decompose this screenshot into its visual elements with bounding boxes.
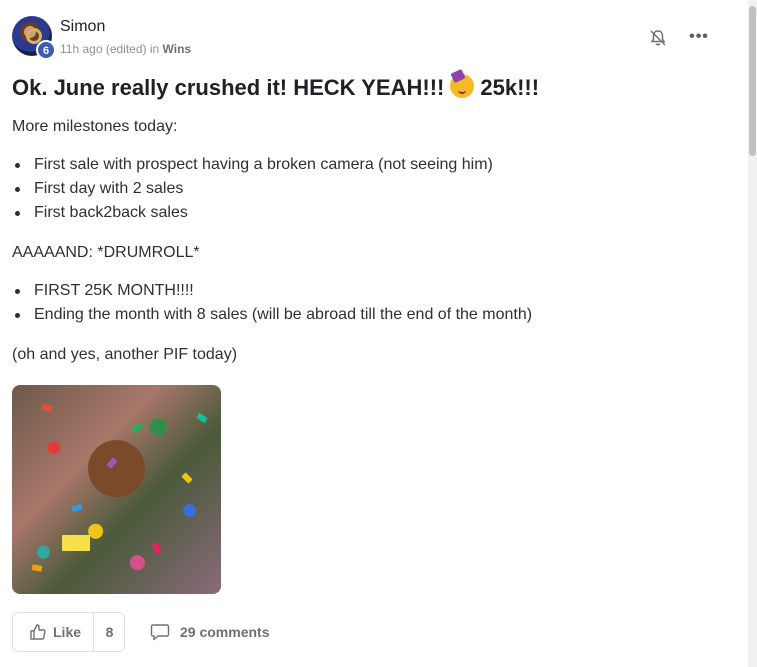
post-meta: 11h ago (edited) in Wins bbox=[60, 42, 191, 56]
post-actions: Like 8 29 comments bbox=[12, 612, 737, 652]
post-announce: AAAAAND: *DRUMROLL* bbox=[12, 244, 200, 261]
list-item: First back2back sales bbox=[12, 201, 737, 225]
milestone-list: First sale with prospect having a broken… bbox=[12, 153, 737, 225]
confetti-piece bbox=[31, 564, 43, 572]
confetti-piece bbox=[41, 403, 53, 413]
author-name[interactable]: Simon bbox=[60, 18, 105, 36]
scrollbar[interactable] bbox=[748, 0, 757, 667]
confetti-piece bbox=[62, 535, 90, 551]
level-badge: 6 bbox=[36, 40, 56, 60]
like-count[interactable]: 8 bbox=[93, 613, 125, 651]
post-body: More milestones today: First sale with p… bbox=[12, 115, 737, 367]
confetti-piece bbox=[131, 422, 143, 434]
confetti-piece bbox=[106, 457, 118, 469]
highlight-list: FIRST 25K MONTH!!!! Ending the month wit… bbox=[12, 279, 737, 327]
list-item: First day with 2 sales bbox=[12, 177, 737, 201]
post-title-text: Ok. June really crushed it! HECK YEAH!!! bbox=[12, 75, 445, 100]
confetti-piece bbox=[196, 412, 208, 424]
confetti-piece bbox=[71, 503, 83, 513]
comments-label: 29 comments bbox=[180, 624, 270, 640]
partying-face-icon bbox=[450, 74, 475, 98]
confetti-piece bbox=[181, 472, 193, 484]
like-button[interactable]: Like bbox=[13, 613, 93, 651]
scrollbar-thumb[interactable] bbox=[749, 6, 756, 156]
post-closing: (oh and yes, another PIF today) bbox=[12, 346, 238, 363]
like-label: Like bbox=[53, 624, 82, 640]
like-group: Like 8 bbox=[12, 612, 125, 652]
thumbs-up-icon bbox=[30, 624, 46, 640]
post-title-tail: 25k!!! bbox=[480, 75, 540, 100]
list-item: First sale with prospect having a broken… bbox=[12, 153, 737, 177]
post-card: 6 Simon 11h ago (edited) in Wins ••• Ok.… bbox=[12, 16, 737, 652]
confetti-piece bbox=[151, 542, 163, 554]
post-header: 6 Simon 11h ago (edited) in Wins ••• bbox=[12, 16, 737, 60]
post-intro: More milestones today: bbox=[12, 118, 178, 135]
list-item: FIRST 25K MONTH!!!! bbox=[12, 279, 737, 303]
category-link[interactable]: Wins bbox=[163, 42, 192, 56]
comments-button[interactable]: 29 comments bbox=[150, 612, 269, 652]
post-title: Ok. June really crushed it! HECK YEAH!!!… bbox=[12, 74, 737, 101]
list-item: Ending the month with 8 sales (will be a… bbox=[12, 303, 737, 327]
confetti-gif[interactable] bbox=[12, 385, 221, 594]
comment-icon bbox=[150, 624, 170, 641]
bell-off-icon[interactable] bbox=[648, 28, 668, 48]
more-options-icon[interactable]: ••• bbox=[688, 28, 710, 48]
post-time: 11h ago (edited) in bbox=[60, 42, 163, 56]
